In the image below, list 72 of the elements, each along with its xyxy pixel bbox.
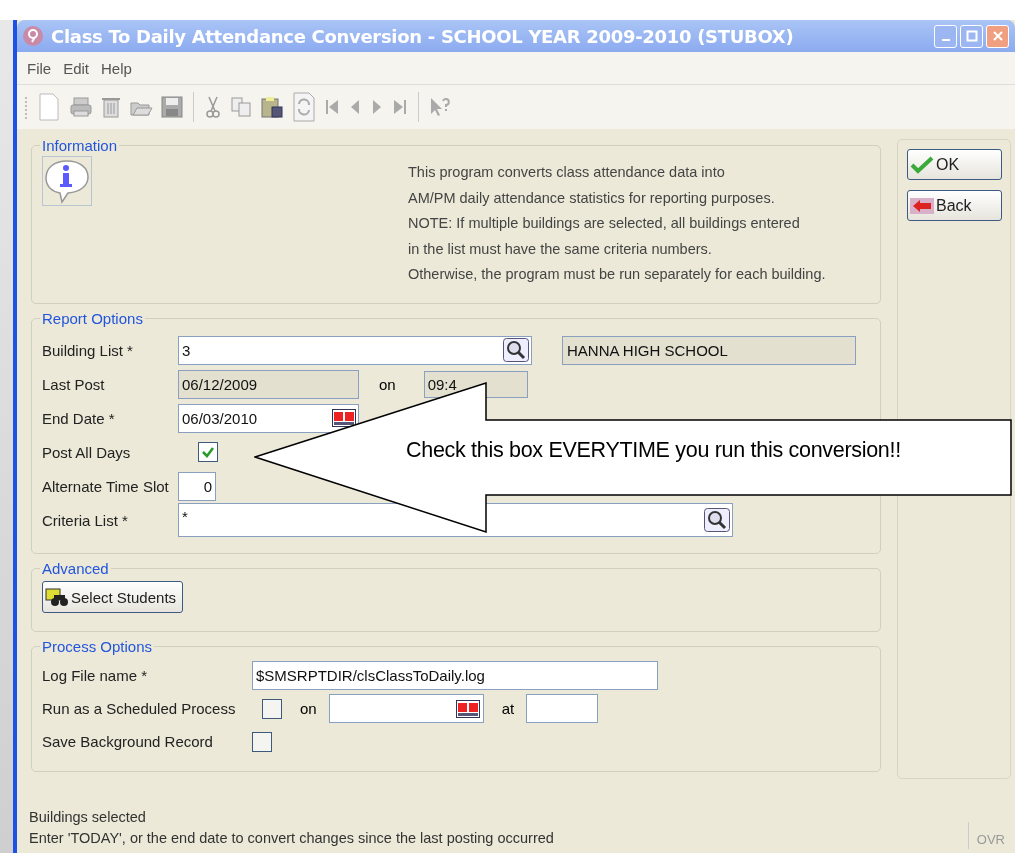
menu-item[interactable]: Edit <box>63 59 90 77</box>
info-text: This program converts class attendance data into <box>408 163 726 182</box>
last-record-icon[interactable] <box>392 98 408 116</box>
field-label: Criteria List * <box>42 511 129 529</box>
ok-button[interactable]: OK <box>907 149 1002 180</box>
trash-icon[interactable] <box>101 95 121 119</box>
field-label: Log File name * <box>42 667 149 684</box>
save-icon[interactable] <box>161 96 183 118</box>
paste-icon[interactable] <box>260 95 284 119</box>
minimize-button[interactable] <box>934 24 957 48</box>
post-all-days-checkbox[interactable] <box>198 442 218 462</box>
calendar-icon[interactable] <box>455 699 480 718</box>
minimize-icon <box>941 39 950 41</box>
maximize-icon <box>965 30 978 42</box>
close-button[interactable] <box>986 24 1009 48</box>
menu-item[interactable]: Help <box>101 59 132 77</box>
help-pointer-icon[interactable] <box>429 96 451 118</box>
criteria-list-field[interactable]: * <box>178 503 733 537</box>
field-label: at <box>501 700 515 717</box>
field-label: Save Background Record <box>42 733 214 750</box>
last-post-date-field: 06/12/2009 <box>178 369 359 399</box>
binoculars-icon <box>45 587 69 607</box>
copy-icon[interactable] <box>230 96 252 118</box>
group-title: Advanced <box>41 560 110 577</box>
check-icon <box>201 445 215 459</box>
info-text: in the list must have the same criteria numbers. <box>408 239 713 259</box>
select-students-button[interactable]: Select Students <box>42 581 184 613</box>
window-title: Class To Daily Attendance Conversion - SCHOOL YEAR 2009-2010 (STUBOX) <box>51 25 795 47</box>
log-file-field[interactable]: $SMSRPTDIR/clsClassToDaily.log <box>252 661 658 690</box>
menu-item[interactable]: File <box>27 59 52 77</box>
end-date-field[interactable]: 06/03/2010 <box>178 403 359 433</box>
save-background-checkbox[interactable] <box>252 731 272 752</box>
field-label: on <box>300 700 317 717</box>
scheduled-process-checkbox[interactable] <box>262 698 282 719</box>
schedule-time-field[interactable] <box>526 694 599 723</box>
status-mode: OVR <box>967 822 1011 849</box>
cut-icon[interactable] <box>204 95 222 119</box>
status-text: Buildings selected <box>29 808 147 827</box>
toolbar-grip-icon <box>23 95 29 119</box>
search-icon[interactable] <box>503 337 529 362</box>
new-document-icon[interactable] <box>37 93 61 121</box>
group-title: Information <box>41 137 119 154</box>
first-record-icon[interactable] <box>324 98 340 116</box>
group-title: Report Options <box>41 310 144 327</box>
info-text: Otherwise, the program must be run separately for each building. <box>408 265 826 284</box>
building-name-field: HANNA HIGH SCHOOL <box>562 335 856 365</box>
calendar-icon[interactable] <box>332 408 356 427</box>
field-label: Run as a Scheduled Process <box>42 700 237 717</box>
field-label: Post All Days <box>42 443 132 461</box>
group-title: Process Options <box>41 638 154 655</box>
alternate-time-slot-field[interactable]: 0 <box>178 471 216 501</box>
back-arrow-icon <box>910 196 934 215</box>
search-icon[interactable] <box>704 508 730 532</box>
refresh-document-icon[interactable] <box>292 92 316 122</box>
info-text: NOTE: If multiple buildings are selected, all buildings entered <box>408 214 801 233</box>
status-text: Enter 'TODAY', or the end date to convert changes since the last posting occurred <box>29 829 554 848</box>
check-icon <box>910 155 934 174</box>
maximize-button[interactable] <box>960 24 983 48</box>
field-label: Alternate Time Slot <box>42 477 170 495</box>
info-icon <box>42 156 92 206</box>
printer-icon[interactable] <box>69 95 93 119</box>
info-text: AM/PM daily attendance statistics for reporting purposes. <box>408 188 776 208</box>
field-label: on <box>379 375 396 393</box>
back-button[interactable]: Back <box>907 190 1002 221</box>
callout-text: Check this box EVERYTIME you run this conversion!! <box>406 438 901 463</box>
schedule-date-field[interactable] <box>328 694 484 723</box>
field-label: End Date * <box>42 409 116 427</box>
building-list-field[interactable]: 3 <box>178 335 532 365</box>
close-icon <box>991 30 1004 42</box>
field-label: Last Post <box>42 375 106 393</box>
field-label: Building List * <box>42 341 134 359</box>
app-icon <box>23 26 43 46</box>
